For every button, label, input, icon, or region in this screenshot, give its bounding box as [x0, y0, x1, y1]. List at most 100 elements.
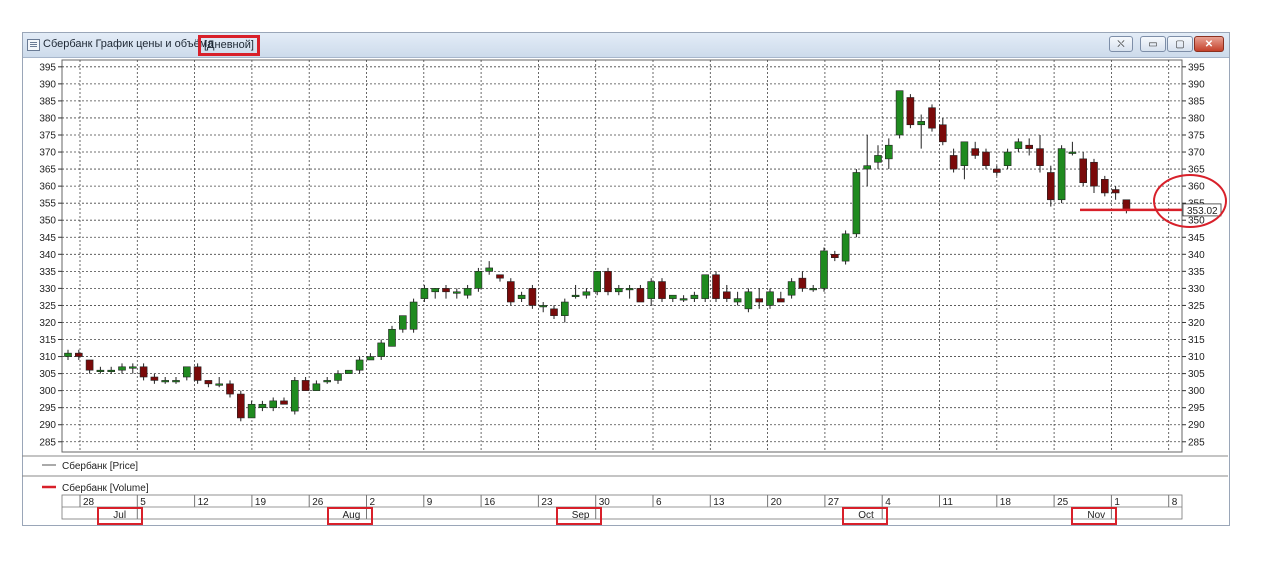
- candle-body: [733, 298, 742, 303]
- y-tick-label-right: 300: [1188, 386, 1205, 397]
- candle-body: [485, 267, 494, 272]
- candle-body: [604, 271, 612, 293]
- y-tick-label-left: 395: [39, 62, 56, 73]
- candle-body: [388, 328, 396, 347]
- week-label: 23: [541, 497, 553, 508]
- y-tick-label-left: 355: [39, 199, 56, 210]
- y-tick-label-left: 335: [39, 267, 56, 278]
- candle-body: [679, 298, 688, 301]
- month-label-nov: Nov: [1071, 507, 1118, 525]
- candle-body: [550, 308, 558, 316]
- candle-body: [312, 383, 321, 391]
- candle-body: [1025, 144, 1033, 149]
- candle-body: [787, 281, 796, 296]
- candle-body: [690, 294, 699, 299]
- y-tick-label-right: 340: [1188, 250, 1205, 261]
- y-tick-label-left: 385: [39, 96, 56, 107]
- week-label: 6: [656, 497, 662, 508]
- y-tick-label-left: 360: [39, 182, 56, 193]
- y-tick-label-left: 390: [39, 79, 56, 90]
- week-label: 19: [255, 497, 267, 508]
- week-label: 13: [713, 497, 725, 508]
- month-label-sep: Sep: [555, 507, 602, 525]
- y-tick-label-right: 305: [1188, 369, 1205, 380]
- y-tick-label-right: 315: [1188, 335, 1205, 346]
- week-label: 20: [771, 497, 783, 508]
- candle-body: [517, 294, 526, 299]
- y-tick-label-right: 385: [1188, 96, 1205, 107]
- candle-body: [355, 359, 364, 371]
- y-tick-label-left: 340: [39, 250, 56, 261]
- candle-body: [118, 366, 126, 371]
- candle-body: [377, 342, 386, 357]
- candle-body: [237, 393, 245, 419]
- candle-body: [614, 288, 623, 293]
- candle-body: [75, 352, 83, 357]
- week-label: 25: [1057, 497, 1069, 508]
- candle-body: [247, 403, 256, 419]
- y-tick-label-left: 375: [39, 130, 56, 141]
- y-tick-label-left: 345: [39, 233, 56, 244]
- y-tick-label-left: 380: [39, 113, 56, 124]
- candle-body: [1036, 148, 1044, 166]
- y-tick-label-right: 320: [1188, 318, 1205, 329]
- candle-body: [712, 274, 720, 299]
- candle-body: [301, 380, 310, 391]
- candle-body: [841, 233, 850, 262]
- y-tick-label-right: 290: [1188, 420, 1205, 431]
- y-tick-label-right: 390: [1188, 79, 1205, 90]
- candle-body: [863, 165, 872, 170]
- candle-body: [636, 288, 645, 303]
- week-label: 18: [1000, 497, 1012, 508]
- candle-body: [1014, 141, 1023, 149]
- candle-body: [107, 369, 115, 372]
- candle-body: [204, 380, 213, 385]
- candle-body: [290, 380, 299, 412]
- y-tick-label-left: 290: [39, 420, 56, 431]
- candle-body: [971, 148, 980, 156]
- candle-body: [798, 277, 807, 289]
- candle-body: [982, 151, 990, 166]
- y-tick-label-right: 370: [1188, 148, 1205, 159]
- week-label: 27: [828, 497, 840, 508]
- y-tick-label-right: 345: [1188, 233, 1205, 244]
- candle-body: [215, 383, 223, 386]
- week-label: 16: [484, 497, 496, 508]
- candle-body: [625, 288, 634, 291]
- y-tick-label-left: 295: [39, 403, 56, 414]
- candle-body: [560, 301, 569, 316]
- candle-body: [129, 366, 137, 369]
- candle-body: [139, 366, 148, 378]
- candle-body: [366, 356, 375, 361]
- week-label: 12: [198, 497, 210, 508]
- y-tick-label-left: 305: [39, 369, 56, 380]
- candle-body: [830, 253, 839, 259]
- y-tick-label-right: 285: [1188, 437, 1205, 448]
- week-label: 26: [312, 497, 324, 508]
- candle-body: [409, 301, 418, 330]
- candle-body: [172, 380, 180, 383]
- candle-body: [895, 90, 904, 136]
- candle-body: [1122, 199, 1131, 211]
- candle-body: [528, 288, 537, 306]
- y-tick-label-right: 330: [1188, 284, 1205, 295]
- y-tick-label-right: 295: [1188, 403, 1205, 414]
- candle-body: [1090, 161, 1098, 187]
- candle-body: [398, 315, 407, 330]
- week-label: 9: [427, 497, 433, 508]
- y-tick-label-left: 370: [39, 148, 56, 159]
- candle-body: [668, 294, 677, 299]
- candle-body: [420, 288, 429, 299]
- candle-body: [1068, 151, 1077, 154]
- candlestick-chart[interactable]: 285 285 290 290 295 295 300 300 305 305 310 310 315 3…: [0, 0, 1280, 578]
- candle-body: [474, 271, 483, 289]
- y-tick-label-left: 310: [39, 352, 56, 363]
- candle-body: [334, 373, 342, 381]
- candle-body: [949, 155, 958, 170]
- candle-body: [280, 400, 288, 405]
- y-tick-label-left: 320: [39, 318, 56, 329]
- candle-body: [647, 281, 656, 299]
- y-tick-label-right: 395: [1188, 62, 1205, 73]
- candle-body: [539, 305, 548, 308]
- week-label: 11: [943, 497, 954, 508]
